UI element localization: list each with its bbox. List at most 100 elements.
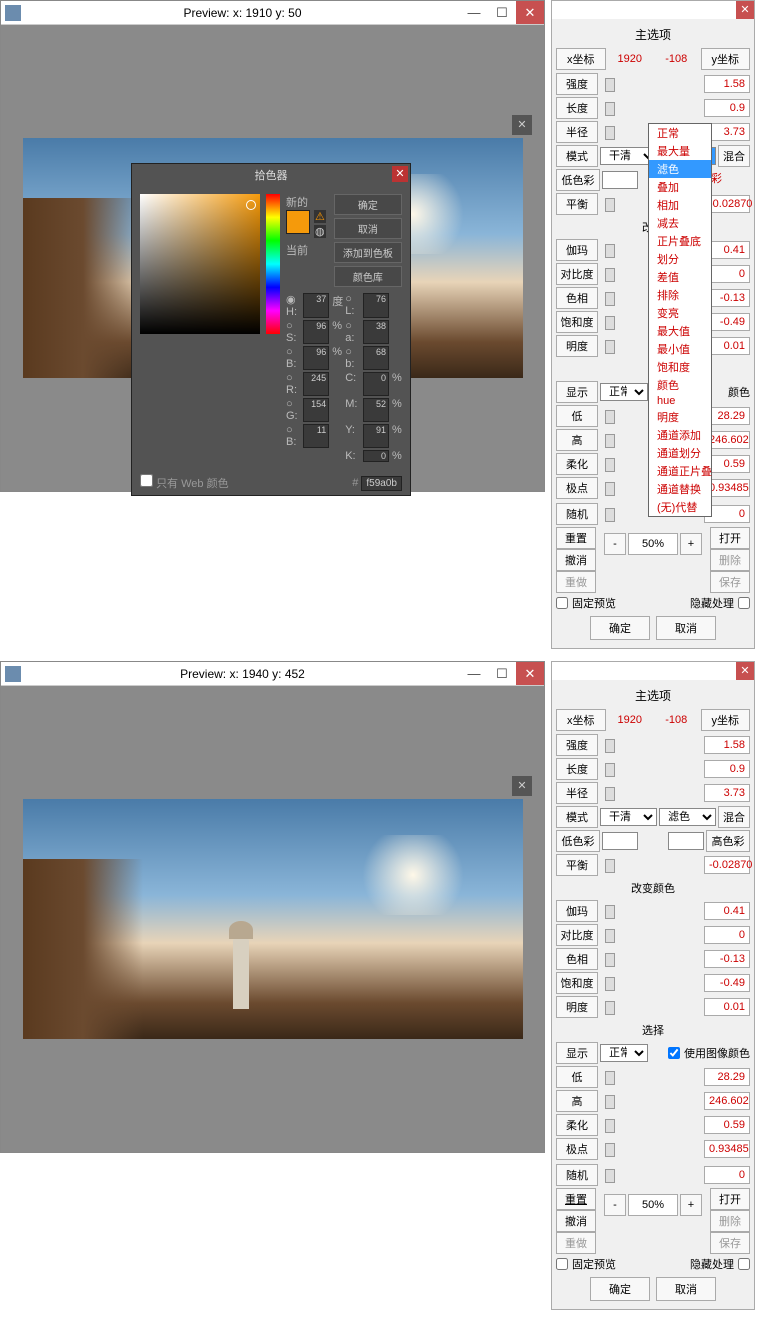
ok-button[interactable]: 确定	[590, 1277, 650, 1301]
fixpreview-checkbox[interactable]: 固定预览	[556, 595, 616, 611]
picker-hue-strip[interactable]	[266, 194, 280, 334]
dropdown-item[interactable]: 减去	[649, 214, 711, 232]
random-value[interactable]: 0	[704, 1166, 750, 1184]
bright-value[interactable]: 0.01	[704, 998, 750, 1016]
panel-close-button[interactable]: ✕	[736, 1, 754, 19]
minimize-button[interactable]: —	[460, 1, 488, 24]
lowcolor-swatch[interactable]	[602, 832, 638, 850]
close-overlay-icon[interactable]: ✕	[512, 776, 532, 796]
picker-color-field[interactable]	[140, 194, 260, 334]
dropdown-item[interactable]: 通道添加	[649, 426, 711, 444]
dropdown-item[interactable]: 滤色	[649, 160, 711, 178]
step-plus-button[interactable]: +	[680, 1194, 702, 1216]
close-overlay-icon[interactable]: ✕	[512, 115, 532, 135]
length-slider[interactable]	[600, 100, 702, 116]
dropdown-item[interactable]: 叠加	[649, 178, 711, 196]
step-minus-button[interactable]: -	[604, 1194, 626, 1216]
length-slider[interactable]	[600, 761, 702, 777]
contrast-slider[interactable]	[600, 927, 702, 943]
lowcolor-swatch[interactable]	[602, 171, 638, 189]
reset-button[interactable]: 重置	[556, 527, 596, 549]
hideproc-checkbox[interactable]: 隐藏处理	[690, 595, 750, 611]
bright-slider[interactable]	[600, 999, 702, 1015]
radius-value[interactable]: 3.73	[704, 784, 750, 802]
high-value[interactable]: 246.602	[704, 1092, 750, 1110]
picker-ok-button[interactable]: 确定	[334, 194, 402, 215]
fixpreview-checkbox[interactable]: 固定预览	[556, 1256, 616, 1272]
high-slider[interactable]	[600, 1093, 702, 1109]
length-value[interactable]: 0.9	[704, 760, 750, 778]
pole-value[interactable]: 0.93485	[704, 1140, 750, 1158]
dropdown-item[interactable]: 通道划分	[649, 444, 711, 462]
low-value[interactable]: 28.29	[704, 1068, 750, 1086]
picker-close-button[interactable]: ✕	[392, 166, 408, 182]
open-button[interactable]: 打开	[710, 1188, 750, 1210]
low-slider[interactable]	[600, 1069, 702, 1085]
random-slider[interactable]	[600, 1167, 702, 1183]
dropdown-item[interactable]: 划分	[649, 250, 711, 268]
undo-button[interactable]: 撤消	[556, 549, 596, 571]
dropdown-item[interactable]: (无)代替	[649, 498, 711, 516]
highcolor-swatch[interactable]	[668, 832, 704, 850]
display-select[interactable]: 正常	[600, 1044, 648, 1062]
hue-slider[interactable]	[600, 951, 702, 967]
minimize-button[interactable]: —	[460, 662, 488, 685]
dropdown-item[interactable]: 最小值	[649, 340, 711, 358]
open-button[interactable]: 打开	[710, 527, 750, 549]
y-coord-tab[interactable]: y坐标	[701, 709, 751, 731]
soft-value[interactable]: 0.59	[704, 1116, 750, 1134]
dropdown-item[interactable]: 排除	[649, 286, 711, 304]
gamma-slider[interactable]	[600, 903, 702, 919]
x-coord-tab[interactable]: x坐标	[556, 709, 606, 731]
dropdown-item[interactable]: 最大值	[649, 322, 711, 340]
y-coord-tab[interactable]: y坐标	[701, 48, 751, 70]
useimgcolor-checkbox[interactable]: 使用图像颜色	[668, 1045, 750, 1061]
picker-colorlib-button[interactable]: 颜色库	[334, 266, 402, 287]
reset-button[interactable]: 重置	[556, 1188, 596, 1210]
dropdown-item[interactable]: hue	[649, 394, 711, 408]
step-plus-button[interactable]: +	[680, 533, 702, 555]
dropdown-item[interactable]: 明度	[649, 408, 711, 426]
maximize-button[interactable]: ☐	[488, 1, 516, 24]
cancel-button[interactable]: 取消	[656, 1277, 716, 1301]
dropdown-item[interactable]: 通道正片叠	[649, 462, 711, 480]
sat-slider[interactable]	[600, 975, 702, 991]
intensity-value[interactable]: 1.58	[704, 75, 750, 93]
gamma-value[interactable]: 0.41	[704, 902, 750, 920]
radius-slider[interactable]	[600, 785, 702, 801]
web-only-checkbox[interactable]	[140, 474, 153, 487]
step-minus-button[interactable]: -	[604, 533, 626, 555]
dropdown-item[interactable]: 饱和度	[649, 358, 711, 376]
length-value[interactable]: 0.9	[704, 99, 750, 117]
contrast-value[interactable]: 0	[704, 926, 750, 944]
balance-slider[interactable]	[600, 857, 702, 873]
picker-addlib-button[interactable]: 添加到色板	[334, 242, 402, 263]
hex-field[interactable]: f59a0b	[361, 476, 402, 491]
x-coord-tab[interactable]: x坐标	[556, 48, 606, 70]
hideproc-checkbox[interactable]: 隐藏处理	[690, 1256, 750, 1272]
display-select[interactable]: 正常	[600, 383, 648, 401]
dropdown-item[interactable]: 变亮	[649, 304, 711, 322]
soft-slider[interactable]	[600, 1117, 702, 1133]
cancel-button[interactable]: 取消	[656, 616, 716, 640]
close-button[interactable]: ✕	[516, 1, 544, 24]
highcolor-value[interactable]: -0.02870	[704, 856, 750, 874]
hue-value[interactable]: -0.13	[704, 950, 750, 968]
step-value[interactable]: 50%	[628, 1194, 678, 1216]
dropdown-item[interactable]: 最大量	[649, 142, 711, 160]
picker-cancel-button[interactable]: 取消	[334, 218, 402, 239]
blend-dropdown-list[interactable]: 正常最大量滤色叠加相加减去正片叠底划分差值排除变亮最大值最小值饱和度颜色hue明…	[648, 123, 712, 517]
intensity-slider[interactable]	[600, 76, 702, 92]
pole-slider[interactable]	[600, 1141, 702, 1157]
dropdown-item[interactable]: 通道替换	[649, 480, 711, 498]
close-button[interactable]: ✕	[516, 662, 544, 685]
dropdown-item[interactable]: 正常	[649, 124, 711, 142]
intensity-slider[interactable]	[600, 737, 702, 753]
panel-close-button[interactable]: ✕	[736, 662, 754, 680]
intensity-value[interactable]: 1.58	[704, 736, 750, 754]
blend-select[interactable]: 滤色	[659, 808, 716, 826]
step-value[interactable]: 50%	[628, 533, 678, 555]
mode-select[interactable]: 干清	[600, 808, 657, 826]
dropdown-item[interactable]: 差值	[649, 268, 711, 286]
dropdown-item[interactable]: 相加	[649, 196, 711, 214]
